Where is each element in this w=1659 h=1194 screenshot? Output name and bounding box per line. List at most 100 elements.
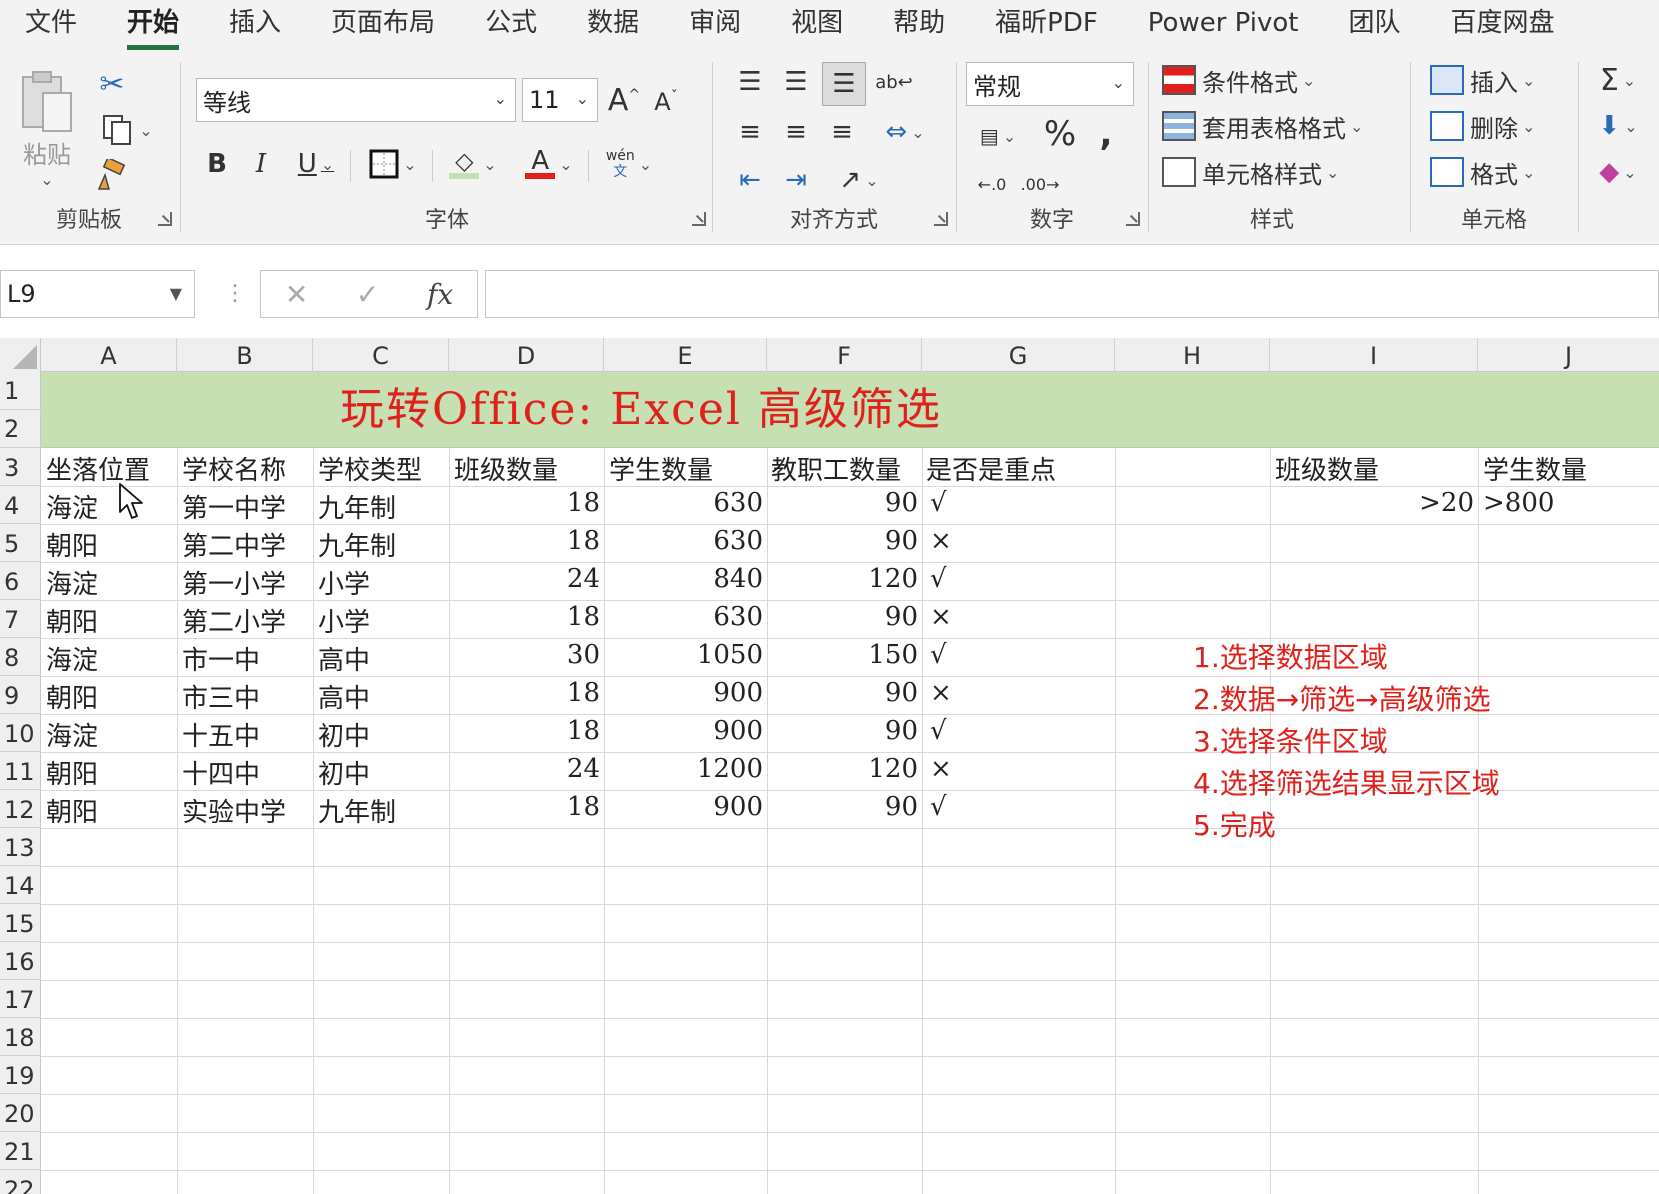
- comma-button[interactable]: ,: [1088, 112, 1124, 156]
- font-size-select[interactable]: 11 ⌄: [522, 78, 598, 122]
- column-header-h[interactable]: H: [1115, 338, 1270, 372]
- table-cell[interactable]: ×: [930, 678, 952, 708]
- delete-cells-button[interactable]: 删除 ⌄: [1430, 106, 1535, 146]
- table-cell[interactable]: 18: [449, 792, 600, 822]
- row-header[interactable]: 11: [0, 752, 41, 790]
- conditional-format-button[interactable]: 条件格式 ⌄: [1162, 60, 1315, 100]
- percent-button[interactable]: %: [1038, 112, 1082, 156]
- font-color-button[interactable]: A ⌄: [514, 142, 584, 186]
- align-right-button[interactable]: ≡: [824, 112, 860, 152]
- table-cell[interactable]: 初中: [318, 754, 370, 791]
- number-launcher-icon[interactable]: [1126, 212, 1140, 226]
- row-header[interactable]: 17: [0, 980, 41, 1018]
- row-header[interactable]: 1: [0, 372, 41, 410]
- criteria-value-cell[interactable]: >20: [1270, 488, 1474, 518]
- table-cell[interactable]: 高中: [318, 640, 370, 677]
- decrease-indent-button[interactable]: ⇤: [732, 160, 768, 200]
- tab-file[interactable]: 文件: [0, 0, 102, 50]
- table-cell[interactable]: 90: [767, 488, 918, 518]
- autosum-button[interactable]: Σ ⌄: [1588, 60, 1648, 100]
- tab-page-layout[interactable]: 页面布局: [306, 0, 460, 50]
- row-header[interactable]: 5: [0, 524, 41, 562]
- increase-indent-button[interactable]: ⇥: [778, 160, 814, 200]
- currency-button[interactable]: ▤ ⌄: [966, 116, 1030, 156]
- row-header[interactable]: 22: [0, 1170, 41, 1194]
- table-cell[interactable]: ×: [930, 754, 952, 784]
- drag-handle-icon[interactable]: ⋮: [224, 281, 246, 306]
- table-cell[interactable]: 900: [604, 678, 763, 708]
- row-header[interactable]: 6: [0, 562, 41, 600]
- table-cell[interactable]: 海淀: [46, 640, 98, 677]
- cut-button[interactable]: ✂: [92, 64, 132, 104]
- tab-formulas[interactable]: 公式: [460, 0, 562, 50]
- table-cell[interactable]: 24: [449, 754, 600, 784]
- row-header[interactable]: 13: [0, 828, 41, 866]
- table-cell[interactable]: ×: [930, 602, 952, 632]
- cell-styles-button[interactable]: 单元格样式 ⌄: [1162, 152, 1339, 192]
- table-cell[interactable]: 900: [604, 716, 763, 746]
- title-merged-cell[interactable]: 玩转Office: Excel 高级筛选: [41, 372, 1659, 448]
- table-cell[interactable]: 18: [449, 488, 600, 518]
- column-header-j[interactable]: J: [1478, 338, 1659, 372]
- align-bottom-button[interactable]: ☰: [822, 62, 866, 106]
- row-header[interactable]: 20: [0, 1094, 41, 1132]
- row-header[interactable]: 9: [0, 676, 41, 714]
- insert-cells-button[interactable]: 插入 ⌄: [1430, 60, 1535, 100]
- table-cell[interactable]: 十五中: [182, 716, 260, 753]
- fill-button[interactable]: ⬇ ⌄: [1588, 106, 1648, 146]
- table-cell[interactable]: 18: [449, 716, 600, 746]
- paste-button[interactable]: 粘贴 ⌄: [14, 64, 80, 194]
- table-cell[interactable]: 120: [767, 564, 918, 594]
- select-all-corner[interactable]: [0, 338, 41, 372]
- table-cell[interactable]: 海淀: [46, 564, 98, 601]
- row-header[interactable]: 10: [0, 714, 41, 752]
- header-cell[interactable]: 学校类型: [318, 450, 422, 487]
- table-cell[interactable]: 90: [767, 678, 918, 708]
- table-cell[interactable]: 朝阳: [46, 754, 98, 791]
- column-header-c[interactable]: C: [313, 338, 449, 372]
- alignment-launcher-icon[interactable]: [934, 212, 948, 226]
- row-header[interactable]: 14: [0, 866, 41, 904]
- row-header[interactable]: 18: [0, 1018, 41, 1056]
- clear-button[interactable]: ◆ ⌄: [1588, 152, 1648, 192]
- table-cell[interactable]: 90: [767, 792, 918, 822]
- table-cell[interactable]: 九年制: [318, 526, 396, 563]
- table-cell[interactable]: 朝阳: [46, 602, 98, 639]
- table-cell[interactable]: 900: [604, 792, 763, 822]
- tab-home[interactable]: 开始: [102, 0, 204, 50]
- table-cell[interactable]: 市一中: [182, 640, 260, 677]
- tab-power-pivot[interactable]: Power Pivot: [1123, 0, 1324, 50]
- tab-view[interactable]: 视图: [766, 0, 868, 50]
- table-cell[interactable]: ×: [930, 526, 952, 556]
- table-cell[interactable]: 初中: [318, 716, 370, 753]
- orientation-button[interactable]: ↗ ⌄: [824, 160, 894, 200]
- table-cell[interactable]: 第一中学: [182, 488, 286, 525]
- table-cell[interactable]: 30: [449, 640, 600, 670]
- format-as-table-button[interactable]: 套用表格格式 ⌄: [1162, 106, 1363, 146]
- header-cell[interactable]: 教职工数量: [771, 450, 901, 487]
- table-cell[interactable]: 840: [604, 564, 763, 594]
- clipboard-launcher-icon[interactable]: [158, 212, 172, 226]
- align-middle-button[interactable]: ☰: [778, 62, 814, 102]
- table-cell[interactable]: 24: [449, 564, 600, 594]
- row-header[interactable]: 15: [0, 904, 41, 942]
- table-cell[interactable]: 18: [449, 526, 600, 556]
- decrease-decimal-button[interactable]: .00→: [1018, 164, 1062, 204]
- merge-center-button[interactable]: ⇔ ⌄: [870, 112, 940, 152]
- format-painter-button[interactable]: [92, 156, 132, 196]
- row-header[interactable]: 2: [0, 410, 41, 448]
- column-header-g[interactable]: G: [922, 338, 1115, 372]
- enter-icon[interactable]: ✓: [356, 278, 379, 311]
- table-cell[interactable]: √: [930, 488, 947, 518]
- table-cell[interactable]: 630: [604, 526, 763, 556]
- table-cell[interactable]: 九年制: [318, 792, 396, 829]
- column-header-f[interactable]: F: [767, 338, 922, 372]
- header-cell[interactable]: 是否是重点: [926, 450, 1056, 487]
- table-cell[interactable]: √: [930, 792, 947, 822]
- table-cell[interactable]: 十四中: [182, 754, 260, 791]
- table-cell[interactable]: 1200: [604, 754, 763, 784]
- copy-button[interactable]: ⌄: [92, 110, 162, 150]
- tab-insert[interactable]: 插入: [204, 0, 306, 50]
- formula-input[interactable]: [485, 270, 1659, 318]
- table-cell[interactable]: 90: [767, 526, 918, 556]
